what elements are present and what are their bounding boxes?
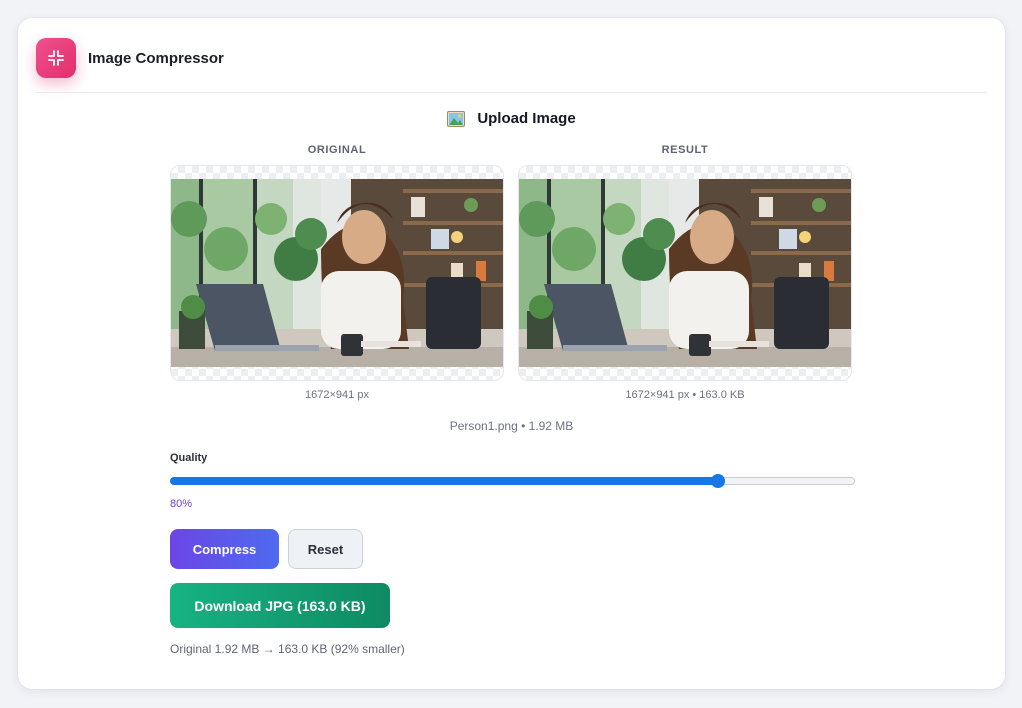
header-divider [36, 92, 987, 93]
reset-button[interactable]: Reset [288, 529, 363, 569]
compression-summary: Original 1.92 MB → 163.0 KB (92% smaller… [170, 642, 405, 656]
result-dimensions: 1672×941 px • 163.0 KB [625, 389, 745, 401]
slider-thumb[interactable] [711, 474, 725, 488]
original-dimensions: 1672×941 px [305, 389, 369, 401]
upload-image-button[interactable]: Upload Image [18, 110, 1005, 127]
app-title: Image Compressor [88, 49, 224, 67]
compressor-card: Image Compressor Upload Image ORIGINAL R… [18, 18, 1005, 689]
app-header: Image Compressor [36, 38, 224, 78]
quality-label: Quality [170, 452, 208, 464]
result-preview [518, 165, 852, 381]
slider-fill [170, 477, 718, 485]
picture-icon [447, 110, 466, 127]
compress-button[interactable]: Compress [170, 529, 279, 569]
compress-arrows-icon [48, 50, 64, 66]
original-label: ORIGINAL [307, 144, 367, 156]
original-preview [170, 165, 504, 381]
app-logo [36, 38, 76, 78]
download-button[interactable]: Download JPG (163.0 KB) [170, 583, 390, 628]
file-info: Person1.png • 1.92 MB [449, 419, 574, 433]
result-label: RESULT [661, 144, 709, 156]
quality-slider[interactable] [170, 474, 855, 488]
original-photo [171, 179, 504, 367]
result-photo [519, 179, 852, 367]
upload-image-label: Upload Image [477, 110, 576, 127]
quality-value: 80% [170, 498, 193, 510]
